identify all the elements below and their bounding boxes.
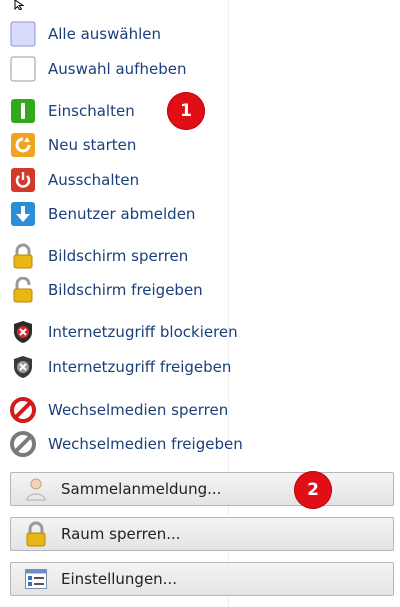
lock-screen-item[interactable]: Bildschirm sperren	[10, 242, 310, 270]
restart-icon	[10, 132, 36, 158]
lock-media-item[interactable]: Wechselmedien sperren	[10, 396, 310, 424]
annotation-badge-1: 1	[167, 92, 205, 130]
checkbox-empty-icon	[10, 56, 36, 82]
mouse-cursor-icon	[14, 0, 25, 10]
settings-list-icon	[23, 565, 49, 593]
padlock-open-icon	[10, 277, 36, 303]
lock-media-label: Wechselmedien sperren	[48, 401, 229, 419]
deselect-label: Auswahl aufheben	[48, 60, 187, 78]
padlock-icon	[23, 520, 49, 548]
shield-block-grey-icon	[10, 354, 36, 380]
deselect-item[interactable]: Auswahl aufheben	[10, 55, 310, 83]
group-login-button[interactable]: Sammelanmeldung...	[10, 472, 394, 506]
restart-item[interactable]: Neu starten	[10, 131, 310, 159]
shutdown-label: Ausschalten	[48, 171, 140, 189]
select-all-item[interactable]: Alle auswählen	[10, 20, 310, 48]
lock-screen-label: Bildschirm sperren	[48, 247, 189, 265]
power-on-icon	[10, 98, 36, 124]
prohibited-grey-icon	[10, 431, 36, 457]
allow-internet-item[interactable]: Internetzugriff freigeben	[10, 353, 310, 381]
logoff-item[interactable]: Benutzer abmelden	[10, 200, 310, 228]
block-internet-label: Internetzugriff blockieren	[48, 323, 238, 341]
shutdown-icon	[10, 167, 36, 193]
power-on-label: Einschalten	[48, 102, 135, 120]
checkbox-checked-icon	[10, 21, 36, 47]
logoff-arrow-icon	[10, 201, 36, 227]
allow-internet-label: Internetzugriff freigeben	[48, 358, 232, 376]
block-internet-item[interactable]: Internetzugriff blockieren	[10, 318, 310, 346]
logoff-label: Benutzer abmelden	[48, 205, 196, 223]
user-icon	[23, 475, 49, 503]
select-all-label: Alle auswählen	[48, 25, 161, 43]
annotation-badge-2: 2	[294, 471, 332, 509]
shutdown-item[interactable]: Ausschalten	[10, 166, 310, 194]
unlock-media-label: Wechselmedien freigeben	[48, 435, 243, 453]
unlock-screen-item[interactable]: Bildschirm freigeben	[10, 276, 310, 304]
shield-block-red-icon	[10, 319, 36, 345]
settings-button[interactable]: Einstellungen...	[10, 562, 394, 596]
settings-label: Einstellungen...	[61, 570, 177, 588]
lock-room-button[interactable]: Raum sperren...	[10, 517, 394, 551]
classroom-actions-panel: Alle auswählen Auswahl aufheben Einschal…	[0, 0, 400, 607]
unlock-media-item[interactable]: Wechselmedien freigeben	[10, 430, 310, 458]
unlock-screen-label: Bildschirm freigeben	[48, 281, 203, 299]
padlock-closed-icon	[10, 243, 36, 269]
lock-room-label: Raum sperren...	[61, 525, 181, 543]
restart-label: Neu starten	[48, 136, 137, 154]
group-login-label: Sammelanmeldung...	[61, 480, 222, 498]
prohibited-red-icon	[10, 397, 36, 423]
power-on-item[interactable]: Einschalten	[10, 97, 310, 125]
